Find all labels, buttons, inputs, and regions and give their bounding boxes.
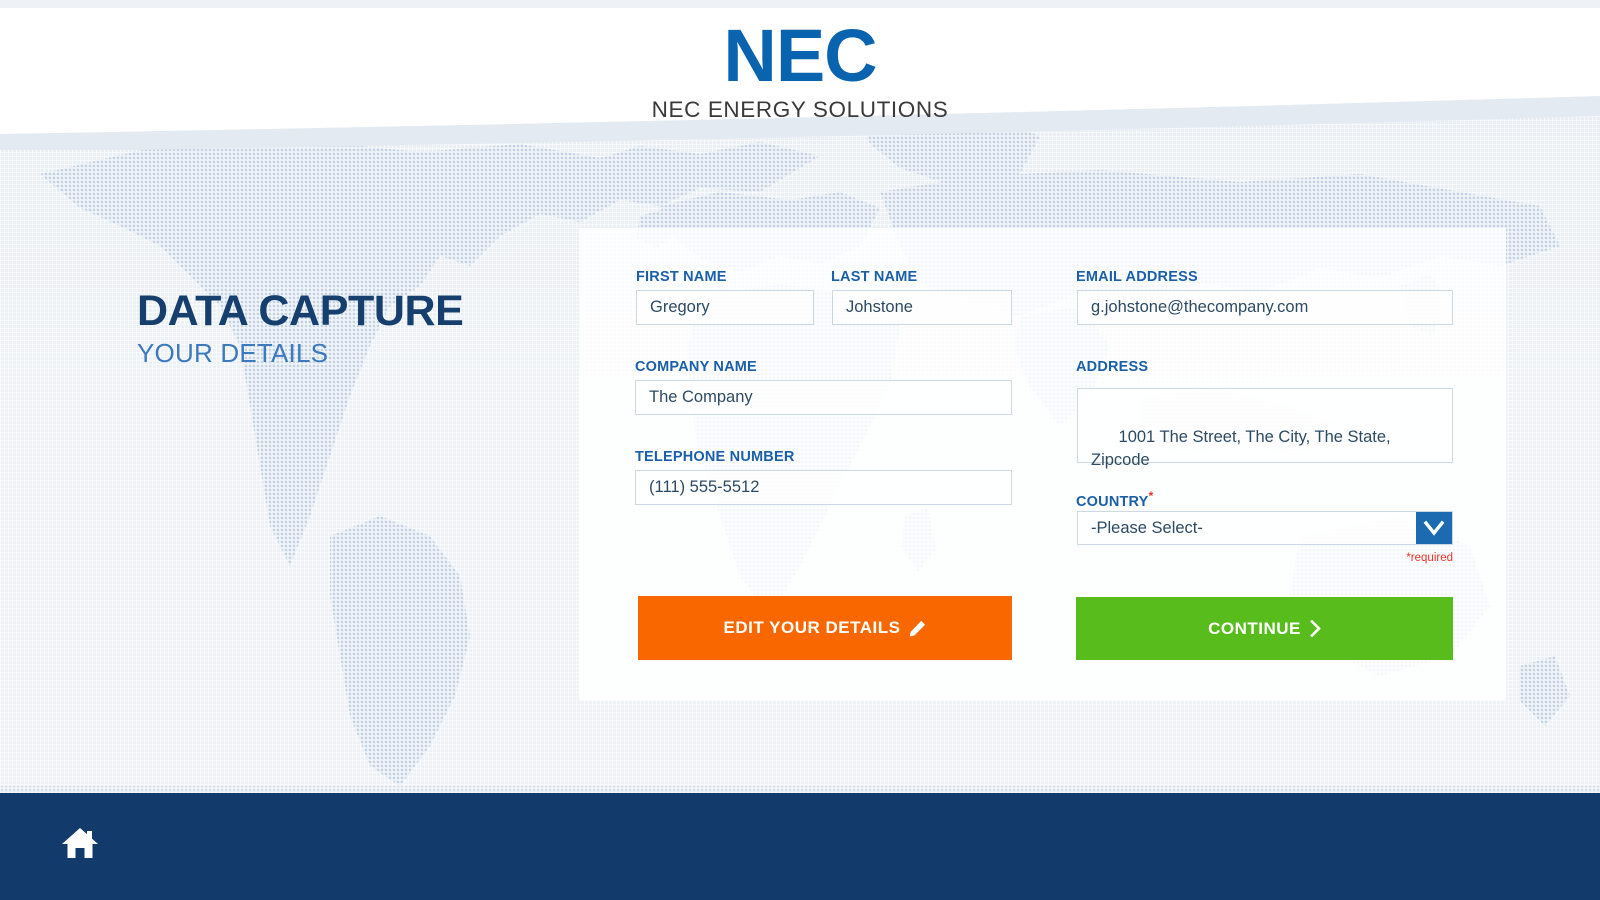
last-name-label: LAST NAME	[831, 269, 918, 285]
logo-subtitle: NEC ENERGY SOLUTIONS	[651, 97, 949, 123]
country-select[interactable]: -Please Select-	[1077, 511, 1453, 545]
company-name-value: The Company	[649, 388, 753, 406]
chevron-right-icon	[1310, 620, 1321, 637]
pencil-icon	[909, 620, 926, 637]
email-label: EMAIL ADDRESS	[1076, 269, 1198, 285]
address-input[interactable]: 1001 The Street, The City, The State, Zi…	[1077, 388, 1453, 469]
country-selected-value: -Please Select-	[1091, 518, 1203, 537]
page-root: NEC NEC ENERGY SOLUTIONS DATA CAPTURE YO…	[0, 0, 1600, 900]
page-heading: DATA CAPTURE YOUR DETAILS	[137, 287, 464, 369]
company-name-label: COMPANY NAME	[635, 359, 757, 375]
company-name-input[interactable]: The Company	[635, 380, 1012, 415]
email-value: g.johstone@thecompany.com	[1091, 298, 1309, 316]
site-header: NEC NEC ENERGY SOLUTIONS	[0, 0, 1600, 150]
country-required-marker: *	[1148, 489, 1154, 503]
country-label: COUNTRY*	[1076, 489, 1153, 510]
telephone-value: (111) 555-5512	[649, 478, 760, 496]
first-name-input[interactable]: Gregory	[636, 290, 814, 325]
logo-wordmark: NEC	[723, 14, 877, 97]
address-label: ADDRESS	[1076, 359, 1149, 375]
page-title: DATA CAPTURE	[137, 287, 464, 335]
telephone-input[interactable]: (111) 555-5512	[635, 470, 1012, 505]
continue-button-label: CONTINUE	[1208, 618, 1301, 638]
first-name-label: FIRST NAME	[636, 269, 727, 285]
address-value: 1001 The Street, The City, The State, Zi…	[1091, 428, 1396, 469]
last-name-value: Johstone	[846, 298, 913, 316]
first-name-value: Gregory	[650, 298, 710, 316]
nec-logo[interactable]: NEC NEC ENERGY SOLUTIONS	[0, 14, 1600, 123]
site-footer	[0, 793, 1600, 900]
required-note: *required	[1406, 552, 1453, 564]
chevron-down-icon[interactable]	[1416, 512, 1452, 544]
data-capture-form-panel: FIRST NAME Gregory LAST NAME Johstone CO…	[579, 228, 1506, 700]
page-subtitle: YOUR DETAILS	[137, 338, 329, 369]
email-input[interactable]: g.johstone@thecompany.com	[1077, 290, 1453, 325]
last-name-input[interactable]: Johstone	[832, 290, 1012, 325]
edit-your-details-button[interactable]: EDIT YOUR DETAILS	[638, 596, 1012, 660]
home-icon[interactable]	[60, 823, 100, 863]
telephone-label: TELEPHONE NUMBER	[635, 449, 795, 465]
edit-button-label: EDIT YOUR DETAILS	[723, 618, 901, 637]
continue-button[interactable]: CONTINUE	[1076, 597, 1453, 660]
country-label-text: COUNTRY	[1076, 493, 1149, 510]
